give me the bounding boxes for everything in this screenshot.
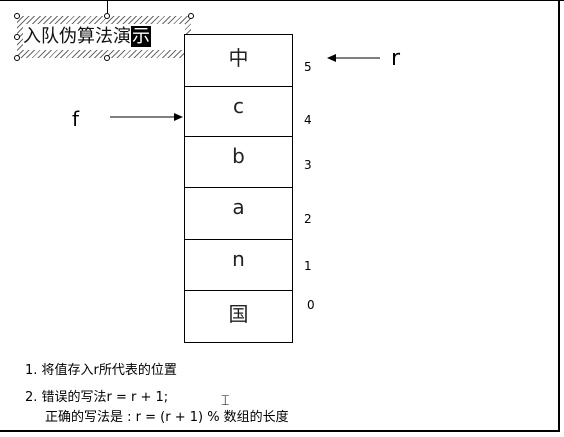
queue-index-label: 2: [304, 212, 312, 226]
queue-cell-value: 中: [228, 46, 249, 70]
queue-cell: b: [184, 136, 293, 188]
front-pointer-arrow-icon: [110, 113, 183, 121]
queue-cell-value: n: [232, 247, 245, 271]
resize-handle-icon[interactable]: [104, 55, 110, 61]
queue-index-label: 4: [304, 113, 312, 127]
rear-pointer-label: r: [391, 46, 401, 71]
queue-cell-value: c: [233, 94, 244, 118]
queue-index-label: 1: [304, 259, 312, 273]
queue-cell-value: a: [232, 195, 245, 219]
title-text-main: 入队伪算法演: [23, 26, 131, 47]
resize-handle-icon[interactable]: [14, 34, 20, 40]
slide-canvas: 入队伪算法演示 中 c b a n 国 5 4 3 2 1 0 r f 1. 将…: [0, 0, 564, 437]
resize-handle-icon[interactable]: [14, 13, 20, 19]
queue-cell: 国: [184, 290, 293, 343]
resize-handle-icon[interactable]: [104, 13, 110, 19]
rear-pointer-arrow-icon: [327, 54, 380, 62]
resize-handle-icon[interactable]: [14, 55, 20, 61]
front-pointer-label: f: [72, 107, 80, 131]
title-textbox[interactable]: 入队伪算法演示: [17, 16, 191, 58]
title-text[interactable]: 入队伪算法演示: [23, 24, 185, 50]
queue-cell: 中: [184, 34, 293, 87]
queue-cell: a: [184, 187, 293, 240]
rotation-handle-stem[interactable]: [107, 0, 108, 13]
note-item-2-line-2: 正确的写法是 : r = (r + 1) % 数组的长度: [45, 410, 289, 425]
queue-cell-value: 国: [228, 302, 249, 326]
queue-cell: n: [184, 239, 293, 291]
resize-handle-icon[interactable]: [188, 13, 194, 19]
text-cursor-icon: ⌶: [221, 393, 230, 409]
queue-index-label: 0: [307, 298, 315, 312]
title-text-selected: 示: [131, 26, 151, 47]
queue-index-label: 5: [304, 60, 312, 74]
note-item-1: 1. 将值存入r所代表的位置: [25, 363, 177, 378]
queue-index-label: 3: [304, 158, 312, 172]
queue-cell: c: [184, 86, 293, 137]
note-item-2-line-1: 2. 错误的写法r = r + 1;: [25, 390, 169, 405]
queue-cell-value: b: [232, 144, 245, 168]
